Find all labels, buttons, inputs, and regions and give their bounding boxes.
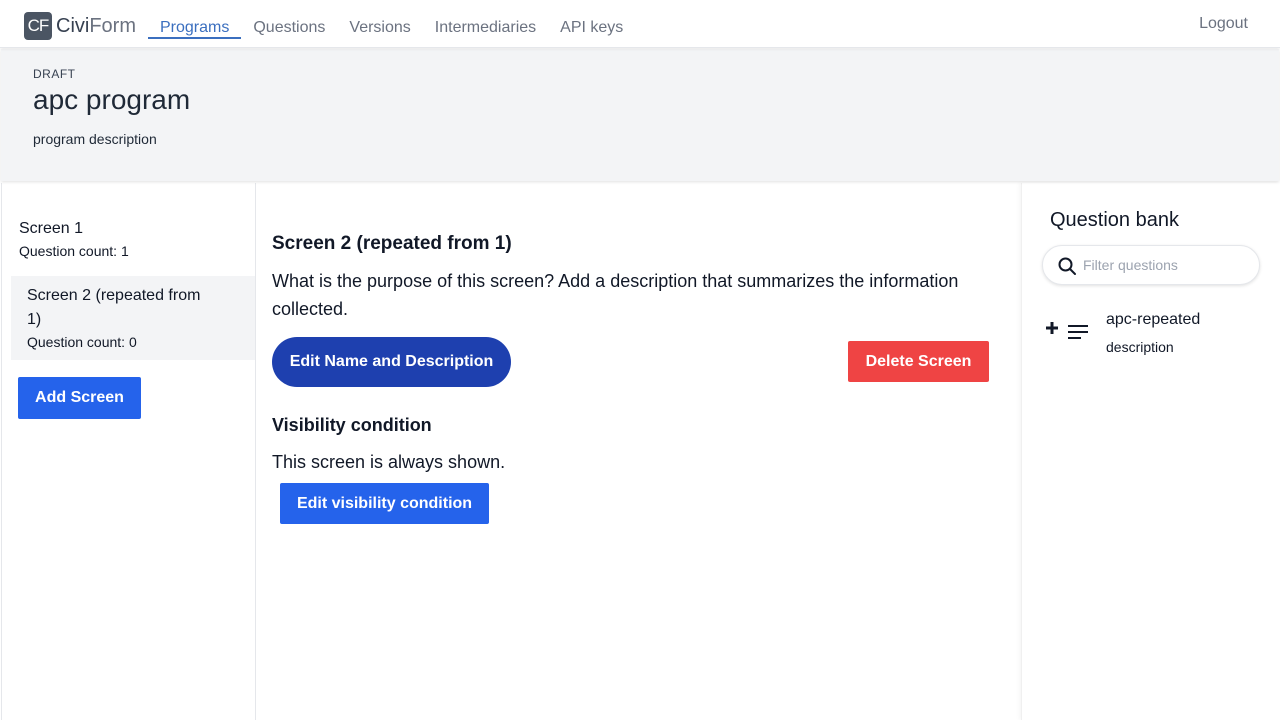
filter-box bbox=[1042, 245, 1260, 285]
visibility-title: Visibility condition bbox=[272, 415, 432, 435]
program-description: program description bbox=[33, 131, 157, 147]
nav-programs[interactable]: Programs bbox=[148, 0, 242, 48]
logo-mark: CF bbox=[24, 12, 52, 40]
nav-api-keys[interactable]: API keys bbox=[548, 0, 635, 48]
question-name: apc-repeated bbox=[1106, 311, 1201, 328]
nav-links: Programs Questions Versions Intermediari… bbox=[148, 0, 635, 48]
nav-intermediaries[interactable]: Intermediaries bbox=[423, 0, 548, 48]
question-description: description bbox=[1106, 339, 1174, 355]
edit-name-description-button[interactable]: Edit Name and Description bbox=[272, 337, 511, 387]
question-bank: Question bank apc-repeated description bbox=[1021, 183, 1280, 720]
screen-item-count: Question count: 0 bbox=[27, 334, 137, 350]
search-icon bbox=[1058, 257, 1076, 275]
visibility-text: This screen is always shown. bbox=[272, 452, 506, 472]
logout-link[interactable]: Logout bbox=[1199, 15, 1248, 33]
top-nav: CF CiviForm Programs Questions Versions … bbox=[0, 0, 1280, 48]
screen-editor: Screen 2 (repeated from 1) What is the p… bbox=[256, 183, 1020, 720]
nav-versions[interactable]: Versions bbox=[337, 0, 422, 48]
program-header: DRAFT apc program program description bbox=[1, 49, 1279, 181]
screen-item-count: Question count: 1 bbox=[19, 243, 129, 259]
screen-description: What is the purpose of this screen? Add … bbox=[272, 271, 959, 319]
filter-questions-input[interactable] bbox=[1083, 254, 1243, 276]
delete-screen-button[interactable]: Delete Screen bbox=[848, 341, 989, 382]
screen-item-name: Screen 1 bbox=[19, 220, 84, 237]
screen-item-1[interactable]: Screen 1 Question count: 1 bbox=[11, 209, 255, 269]
program-status: DRAFT bbox=[33, 67, 76, 81]
text-icon bbox=[1068, 325, 1088, 339]
add-screen-button[interactable]: Add Screen bbox=[18, 377, 141, 419]
question-bank-title: Question bank bbox=[1050, 209, 1179, 231]
nav-questions[interactable]: Questions bbox=[241, 0, 337, 48]
logo-text: CiviForm bbox=[56, 14, 137, 37]
screens-sidebar: Screen 1 Question count: 1 Screen 2 (rep… bbox=[1, 183, 256, 720]
plus-icon[interactable] bbox=[1046, 322, 1058, 334]
screen-title: Screen 2 (repeated from 1) bbox=[272, 233, 512, 254]
program-name: apc program bbox=[33, 84, 191, 115]
question-item[interactable]: apc-repeated description bbox=[1042, 309, 1262, 361]
screen-item-2[interactable]: Screen 2 (repeated from 1) Question coun… bbox=[11, 276, 255, 360]
civiform-logo[interactable]: CF CiviForm bbox=[24, 12, 136, 40]
edit-visibility-button[interactable]: Edit visibility condition bbox=[280, 483, 489, 524]
screen-item-name: Screen 2 (repeated from 1) bbox=[27, 287, 201, 328]
